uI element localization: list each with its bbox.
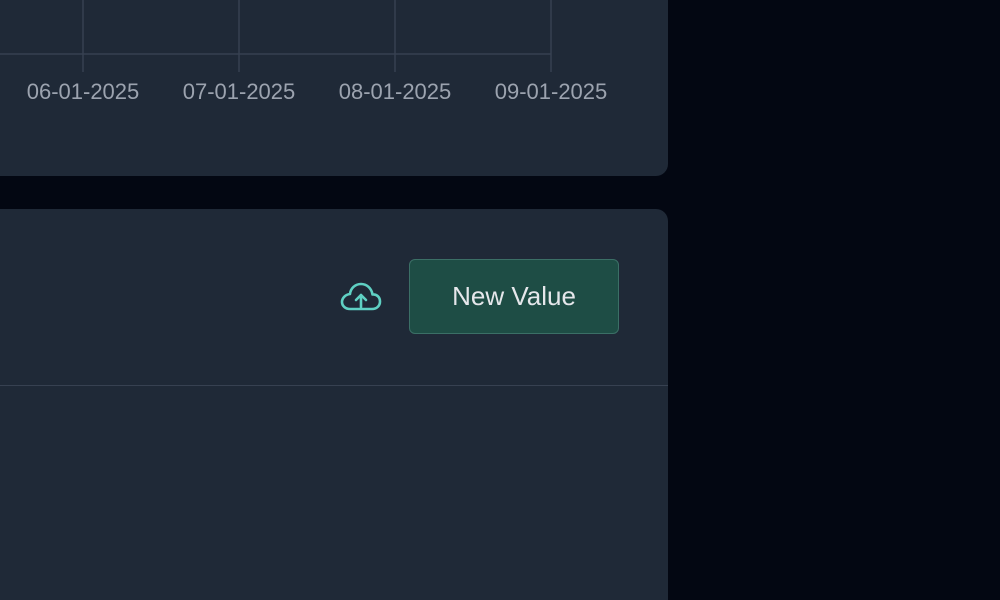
upload-button[interactable] — [338, 278, 384, 318]
card-header: New Value — [0, 209, 668, 386]
page: 06-01-2025 07-01-2025 08-01-2025 09-01-2025… — [0, 0, 1000, 600]
x-tick-label: 08-01-2025 — [339, 79, 452, 104]
x-tick-label: 09-01-2025 — [495, 79, 608, 104]
x-axis: 06-01-2025 07-01-2025 08-01-2025 09-01-2025 — [27, 79, 608, 104]
chart-grid — [0, 0, 552, 72]
cloud-upload-icon — [340, 282, 382, 311]
values-card: New Value — [0, 209, 668, 600]
x-tick-label: 06-01-2025 — [27, 79, 140, 104]
new-value-button[interactable]: New Value — [409, 259, 619, 334]
x-tick-label: 07-01-2025 — [183, 79, 296, 104]
chart-card: 06-01-2025 07-01-2025 08-01-2025 09-01-2025 — [0, 0, 668, 176]
line-chart: 06-01-2025 07-01-2025 08-01-2025 09-01-2025 — [0, 0, 608, 104]
